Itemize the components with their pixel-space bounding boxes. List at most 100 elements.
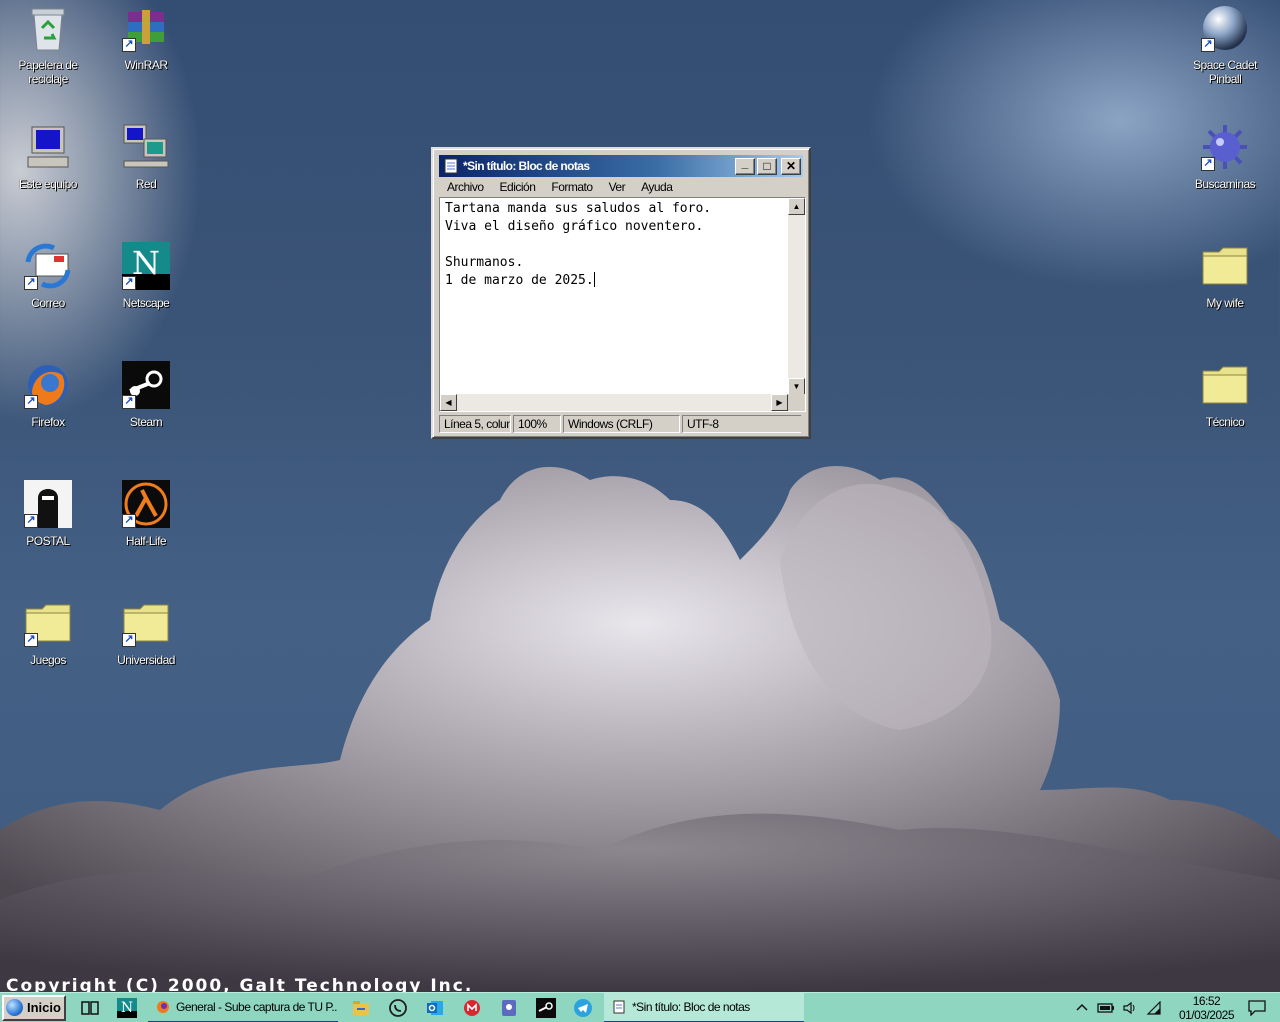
start-label: Inicio (27, 1000, 61, 1015)
notification-icon[interactable] (1246, 997, 1268, 1019)
text-line-current: 1 de marzo de 2025. (445, 272, 783, 290)
shortcut-arrow-icon: ↗ (122, 633, 136, 647)
desktop-icon-recycle-bin[interactable]: Papelera de reciclaje (3, 4, 93, 104)
close-icon: ✕ (785, 159, 797, 173)
telegram-icon[interactable] (570, 995, 596, 1021)
system-tray: 16:52 01/03/2025 (1069, 993, 1280, 1022)
scroll-up-button[interactable]: ▲ (788, 198, 805, 215)
firefox-icon: ↗ (24, 361, 72, 409)
folder-icon: ↗ (122, 599, 170, 647)
taskbar-task-notepad[interactable]: *Sin título: Bloc de notas (604, 992, 804, 1022)
shortcut-arrow-icon: ↗ (24, 514, 38, 528)
minimize-icon: _ (741, 156, 749, 170)
window-title: *Sin título: Bloc de notas (463, 159, 590, 173)
authenticator-icon[interactable] (496, 995, 522, 1021)
file-explorer-icon[interactable] (348, 995, 374, 1021)
scroll-down-button[interactable]: ▼ (788, 378, 805, 395)
mega-icon[interactable] (459, 995, 485, 1021)
desktop-icon-label: Este equipo (19, 177, 77, 191)
task-label: General - Sube captura de TU P... (176, 999, 338, 1014)
taskbar: Inicio N General - Sube captura de TU P.… (0, 992, 1280, 1022)
desktop-icon-pinball[interactable]: ↗ Space Cadet Pinball (1180, 4, 1270, 104)
taskbar-task-firefox[interactable]: General - Sube captura de TU P... (148, 993, 338, 1022)
minesweeper-icon: ↗ (1201, 123, 1249, 171)
down-arrow-icon: ▼ (792, 382, 801, 391)
shortcut-arrow-icon: ↗ (122, 514, 136, 528)
text-caret (593, 272, 595, 287)
battery-icon[interactable] (1095, 997, 1117, 1019)
notepad-window: *Sin título: Bloc de notas _ □ ✕ Archivo… (431, 147, 811, 439)
status-line-ending: Windows (CRLF) (563, 415, 680, 433)
shortcut-arrow-icon: ↗ (1201, 157, 1215, 171)
desktop-icon-label: Steam (129, 415, 163, 429)
task-label: *Sin título: Bloc de notas (632, 999, 750, 1014)
start-button[interactable]: Inicio (2, 994, 66, 1021)
desktop-icon-label: POSTAL (26, 534, 70, 548)
close-button[interactable]: ✕ (781, 157, 801, 175)
desktop-icon-winrar[interactable]: ↗ WinRAR (101, 4, 191, 104)
scroll-left-button[interactable]: ◀ (440, 394, 457, 411)
desktop-icon-label: Universidad (117, 653, 175, 667)
outlook-icon[interactable] (422, 995, 448, 1021)
steam-icon: ↗ (122, 361, 170, 409)
netscape-icon[interactable]: N (114, 995, 140, 1021)
menu-ayuda[interactable]: Ayuda (633, 180, 680, 194)
computer-icon (24, 123, 72, 171)
text-line (445, 236, 783, 254)
desktop-icon-this-pc[interactable]: Este equipo (3, 123, 93, 223)
folder-icon (1201, 361, 1249, 409)
status-position: Línea 5, colun (439, 415, 511, 433)
title-bar[interactable]: *Sin título: Bloc de notas _ □ ✕ (439, 155, 803, 177)
desktop-icon-juegos[interactable]: ↗ Juegos (3, 599, 93, 699)
menu-archivo[interactable]: Archivo (439, 180, 492, 194)
menu-formato[interactable]: Formato (543, 180, 600, 194)
winrar-icon: ↗ (122, 4, 170, 52)
text-line: Tartana manda sus saludos al foro. (445, 201, 712, 216)
folder-icon (1201, 242, 1249, 290)
status-zoom: 100% (513, 415, 561, 433)
clock[interactable]: 16:52 01/03/2025 (1179, 994, 1235, 1022)
vertical-scrollbar[interactable]: ▲ ▼ (788, 198, 805, 395)
menu-bar: Archivo Edición Formato Ver Ayuda (439, 178, 803, 196)
steam-icon[interactable] (533, 995, 559, 1021)
desktop-icon-universidad[interactable]: ↗ Universidad (101, 599, 191, 699)
chevron-up-icon[interactable] (1071, 997, 1093, 1019)
menu-ver[interactable]: Ver (601, 180, 634, 194)
desktop-icon-label: Red (135, 177, 157, 191)
desktop: Papelera de reciclaje ↗ WinRAR Este equi… (0, 0, 1280, 992)
windows-orb-icon (6, 999, 23, 1016)
desktop-icon-label: Correo (31, 296, 65, 310)
desktop-icon-label: Técnico (1205, 415, 1245, 429)
horizontal-scrollbar[interactable]: ◀ ▶ (440, 394, 788, 411)
notepad-icon (444, 158, 458, 174)
desktop-icon-netscape[interactable]: N ↗ Netscape (101, 242, 191, 342)
desktop-icon-postal[interactable]: ↗ POSTAL (3, 480, 93, 580)
desktop-icon-tecnico[interactable]: Técnico (1180, 361, 1270, 461)
desktop-icon-my-wife[interactable]: My wife (1180, 242, 1270, 342)
svg-text:N: N (132, 244, 160, 282)
text-area[interactable]: Tartana manda sus saludos al foro. Viva e… (440, 198, 788, 395)
desktop-icon-steam[interactable]: ↗ Steam (101, 361, 191, 461)
desktop-icon-label: Papelera de reciclaje (18, 58, 78, 86)
desktop-icon-minesweeper[interactable]: ↗ Buscaminas (1180, 123, 1270, 223)
shortcut-arrow-icon: ↗ (24, 395, 38, 409)
desktop-icon-mail[interactable]: ↗ Correo (3, 242, 93, 342)
volume-icon[interactable] (1119, 997, 1141, 1019)
shortcut-arrow-icon: ↗ (1201, 38, 1215, 52)
scroll-right-button[interactable]: ▶ (771, 394, 788, 411)
shortcut-arrow-icon: ↗ (122, 276, 136, 290)
desktop-icon-firefox[interactable]: ↗ Firefox (3, 361, 93, 461)
text-editor[interactable]: Tartana manda sus saludos al foro. Viva e… (439, 197, 806, 412)
menu-edicion[interactable]: Edición (492, 180, 544, 194)
network-icon (122, 123, 170, 171)
desktop-icon-network[interactable]: Red (101, 123, 191, 223)
minimize-button[interactable]: _ (735, 156, 755, 175)
desktop-icon-half-life[interactable]: ↗ Half-Life (101, 480, 191, 580)
desktop-icon-label: Space Cadet Pinball (1193, 58, 1257, 86)
maximize-button[interactable]: □ (757, 157, 777, 175)
notepad-icon (613, 1000, 625, 1013)
wifi-icon[interactable] (1143, 997, 1165, 1019)
folder-icon: ↗ (24, 599, 72, 647)
whatsapp-icon[interactable] (385, 995, 411, 1021)
task-view-icon[interactable] (77, 995, 103, 1021)
